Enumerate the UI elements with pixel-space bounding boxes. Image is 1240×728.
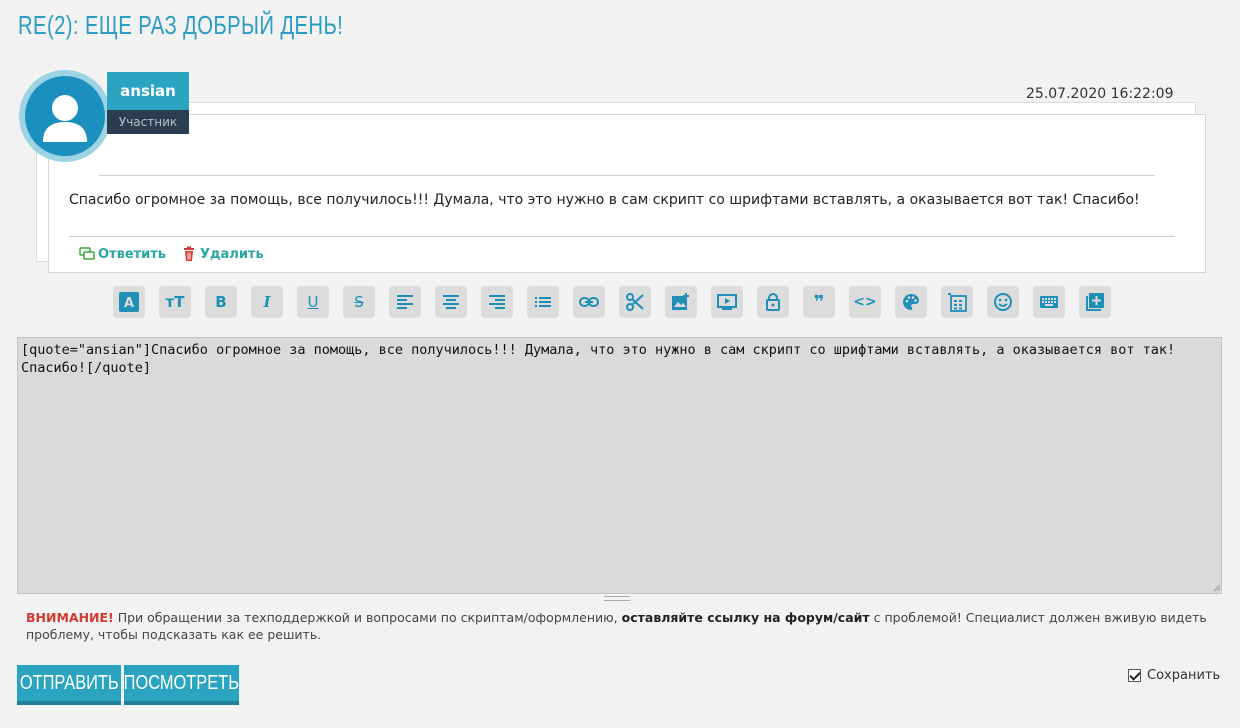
post-divider: [99, 175, 1155, 176]
avatar[interactable]: [19, 70, 111, 162]
palette-button[interactable]: [895, 286, 927, 318]
code-icon: <>: [853, 294, 877, 310]
align-right-icon: [489, 295, 505, 309]
page-title: RE(2): ЕЩЕ РАЗ ДОБРЫЙ ДЕНЬ!: [18, 10, 344, 40]
underline-button[interactable]: U: [297, 286, 329, 318]
add-box-button[interactable]: [1079, 286, 1111, 318]
quote-button[interactable]: ❞: [803, 286, 835, 318]
bold-icon: B: [215, 293, 227, 311]
save-option[interactable]: Сохранить: [1128, 668, 1220, 683]
smiley-button[interactable]: [987, 286, 1019, 318]
submit-label: ОТПРАВИТЬ: [19, 671, 119, 694]
cut-icon: [626, 293, 644, 311]
align-center-icon: [443, 295, 459, 309]
bold-button[interactable]: B: [205, 286, 237, 318]
italic-icon: I: [263, 293, 271, 311]
table-button[interactable]: [941, 286, 973, 318]
font-size-button[interactable]: тТ: [159, 286, 191, 318]
delete-label: Удалить: [200, 246, 264, 262]
code-button[interactable]: <>: [849, 286, 881, 318]
font-color-button[interactable]: A: [113, 286, 145, 318]
support-notice: ВНИМАНИЕ! При обращении за техподдержкой…: [26, 609, 1226, 643]
save-label: Сохранить: [1147, 668, 1221, 683]
user-icon: [43, 95, 87, 142]
notice-text: При обращении за техподдержкой и вопроса…: [113, 610, 622, 625]
font-color-icon: A: [119, 292, 139, 312]
strikethrough-icon: S: [354, 293, 364, 311]
video-button[interactable]: [711, 286, 743, 318]
image-icon: [672, 293, 689, 310]
editor-resize-handle[interactable]: [604, 596, 630, 601]
lock-button[interactable]: [757, 286, 789, 318]
svg-text:A: A: [124, 296, 134, 311]
editor-toolbar: A тТ B I U S ❞ <>: [113, 286, 1111, 318]
post-divider: [69, 236, 1175, 237]
post-date: 25.07.2020 16:22:09: [1026, 86, 1174, 102]
notice-warning: ВНИМАНИЕ!: [26, 610, 114, 625]
align-right-button[interactable]: [481, 286, 513, 318]
reply-label: Ответить: [98, 246, 167, 262]
preview-label: ПОСМОТРЕТЬ: [123, 671, 240, 694]
align-left-button[interactable]: [389, 286, 421, 318]
reply-icon: [79, 247, 95, 260]
reply-button[interactable]: Ответить: [79, 246, 166, 262]
video-icon: [717, 294, 737, 310]
image-button[interactable]: [665, 286, 697, 318]
delete-button[interactable]: Удалить: [181, 246, 264, 262]
message-editor[interactable]: [quote="ansian"]Спасибо огромное за помо…: [17, 337, 1222, 594]
keyboard-button[interactable]: [1033, 286, 1065, 318]
submit-button[interactable]: ОТПРАВИТЬ: [17, 665, 121, 705]
quote-icon: ❞: [813, 291, 825, 313]
list-button[interactable]: [527, 286, 559, 318]
table-icon: [948, 293, 967, 312]
lock-icon: [766, 293, 780, 311]
author-role: Участник: [107, 110, 189, 134]
cut-button[interactable]: [619, 286, 651, 318]
smiley-icon: [994, 293, 1012, 311]
post-text: Спасибо огромное за помощь, все получило…: [69, 192, 1140, 208]
resize-corner-icon[interactable]: [1211, 582, 1221, 592]
strikethrough-button[interactable]: S: [343, 286, 375, 318]
link-icon: [579, 297, 599, 307]
font-size-icon: тТ: [165, 293, 185, 311]
keyboard-icon: [1040, 296, 1058, 308]
link-button[interactable]: [573, 286, 605, 318]
underline-icon: U: [307, 293, 319, 311]
add-box-icon: [1086, 293, 1104, 311]
preview-button[interactable]: ПОСМОТРЕТЬ: [124, 665, 239, 705]
palette-icon: [903, 294, 919, 310]
align-center-button[interactable]: [435, 286, 467, 318]
italic-button[interactable]: I: [251, 286, 283, 318]
author-name[interactable]: ansian: [107, 72, 189, 110]
notice-bold: оставляйте ссылку на форум/сайт: [621, 610, 870, 625]
align-left-icon: [397, 295, 413, 309]
post-card: Спасибо огромное за помощь, все получило…: [48, 114, 1206, 273]
trash-icon: [184, 246, 194, 261]
save-checkbox[interactable]: [1128, 669, 1141, 682]
list-icon: [535, 297, 551, 307]
